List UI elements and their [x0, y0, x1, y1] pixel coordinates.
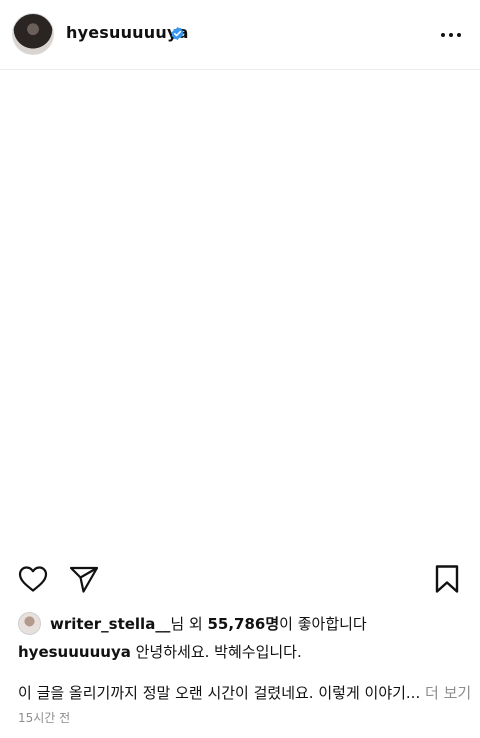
action-bar	[0, 563, 480, 597]
likes-text: writer_stella__님 외 55,786명이 좋아합니다	[50, 613, 367, 634]
heart-icon[interactable]	[17, 563, 49, 595]
likes-connector: 님 외	[170, 615, 208, 633]
post-media[interactable]	[0, 70, 480, 560]
caption-text-2: 이 글을 올리기까지 정말 오랜 시간이 걸렸네요. 이렇게 이야기...	[18, 684, 425, 702]
more-options-icon[interactable]	[440, 25, 462, 45]
send-icon[interactable]	[68, 563, 100, 595]
caption-line-2: 이 글을 올리기까지 정말 오랜 시간이 걸렸네요. 이렇게 이야기... 더 …	[18, 682, 471, 703]
likes-suffix: 이 좋아합니다	[279, 615, 367, 633]
caption-text-1: 안녕하세요. 박혜수입니다.	[130, 643, 302, 661]
caption-author[interactable]: hyesuuuuuya	[18, 643, 131, 661]
author-avatar[interactable]	[12, 13, 54, 55]
caption-more-link[interactable]: 더 보기	[425, 684, 471, 702]
first-liker-name[interactable]: writer_stella__	[50, 615, 170, 633]
post-header: hyesuuuuuya	[0, 0, 480, 70]
likes-summary[interactable]: writer_stella__님 외 55,786명이 좋아합니다	[18, 612, 468, 636]
likes-count[interactable]: 55,786명	[207, 615, 279, 633]
bookmark-icon[interactable]	[431, 563, 463, 595]
post-timestamp: 15시간 전	[18, 711, 71, 725]
liker-avatar	[18, 612, 41, 635]
caption-line-1: hyesuuuuuya 안녕하세요. 박혜수입니다.	[18, 641, 302, 662]
verified-badge-icon	[171, 26, 184, 41]
